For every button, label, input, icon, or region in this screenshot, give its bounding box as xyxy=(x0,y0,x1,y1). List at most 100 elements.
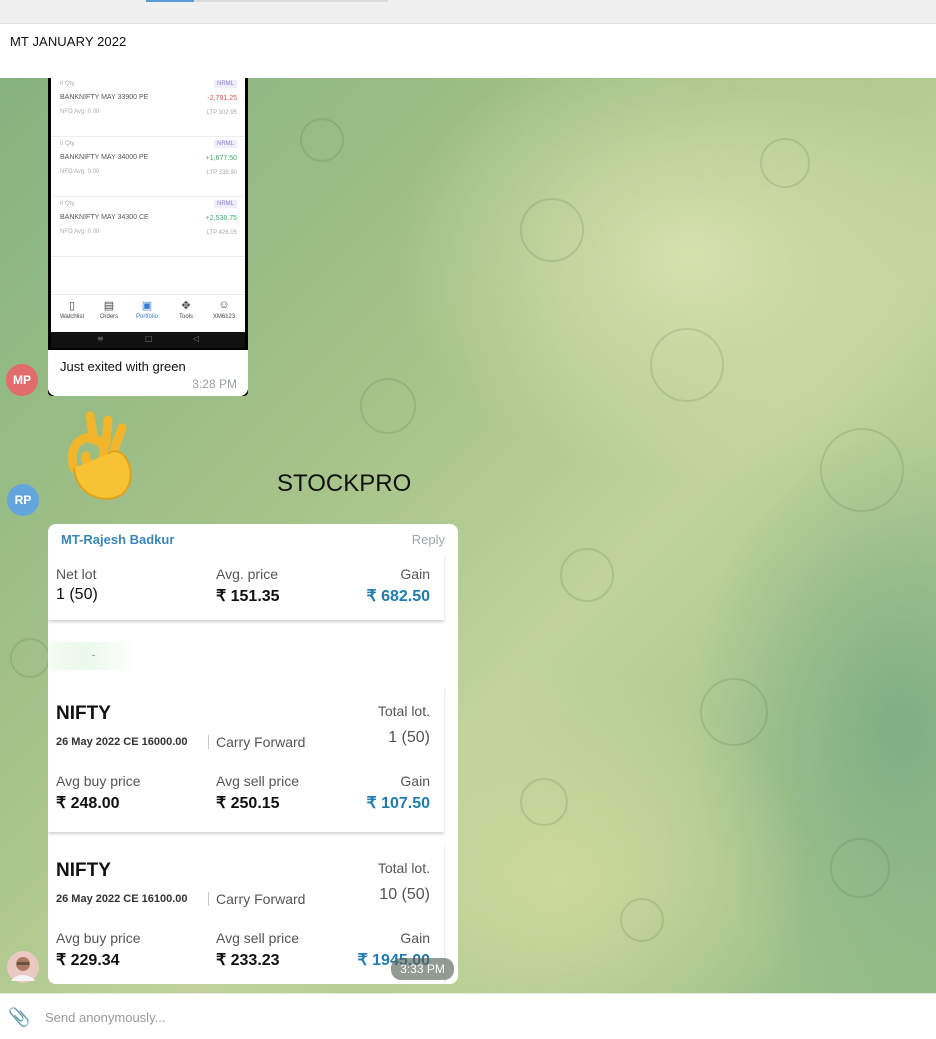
product-type: Carry Forward xyxy=(216,891,306,907)
position-qty: 0 Qty. xyxy=(60,201,76,207)
message-input[interactable]: Send anonymously... xyxy=(45,1010,165,1025)
home-icon: □ xyxy=(145,334,153,343)
chat-area: 0 Qty. NRML BANKNIFTY MAY 33900 PE -2,79… xyxy=(0,78,936,993)
summary-card: Net lot 1 (50) Avg. price ₹ 151.35 Gain … xyxy=(48,554,444,620)
reply-button[interactable]: Reply xyxy=(412,532,445,547)
overlay-watermark-text: STOCKPRO xyxy=(277,470,412,497)
back-icon: ◁ xyxy=(193,334,200,343)
chat-title: MT JANUARY 2022 xyxy=(10,34,127,49)
trade-card: NIFTY 26 May 2022 CE 16000.00 Carry Forw… xyxy=(48,687,444,832)
background-doodle xyxy=(650,328,724,402)
position-ltp: LTP 426.05 xyxy=(206,230,237,236)
app-bottom-nav: ▯ Watchlist ▤ Orders ▣ Portfolio ✥ Tools… xyxy=(51,294,245,333)
position-meta: NFO Avg. 0.00 xyxy=(60,109,100,115)
nav-label: Tools xyxy=(178,314,193,320)
background-doodle xyxy=(620,898,664,942)
avg-sell-label: Avg sell price xyxy=(216,930,300,946)
position-name: BANKNIFTY MAY 34300 CE xyxy=(60,214,149,221)
wrench-icon: ✥ xyxy=(181,300,191,312)
android-system-bar: ≡ □ ◁ xyxy=(51,332,245,348)
product-tag: NRML xyxy=(213,80,237,88)
trade-card: NIFTY 26 May 2022 CE 16100.00 Carry Forw… xyxy=(48,844,444,984)
divider xyxy=(92,655,95,656)
message-composer: 📎 Send anonymously... xyxy=(0,993,936,1039)
avatar[interactable]: MP xyxy=(6,364,38,396)
gain-value: ₹ 682.50 xyxy=(366,588,430,605)
trade-symbol: NIFTY xyxy=(56,860,111,881)
total-lot-value: 1 (50) xyxy=(388,729,430,746)
trade-contract: 26 May 2022 CE 16000.00 xyxy=(56,736,188,748)
message-time: 3:28 PM xyxy=(192,377,237,391)
background-doodle xyxy=(560,548,614,602)
avg-buy-value: ₹ 248.00 xyxy=(56,795,120,812)
message-bubble[interactable]: MT-Rajesh Badkur Reply Net lot 1 (50) Av… xyxy=(48,524,458,984)
background-doodle xyxy=(300,118,344,162)
avg-price-value: ₹ 151.35 xyxy=(216,588,280,605)
avg-buy-value: ₹ 229.34 xyxy=(56,952,120,969)
background-doodle xyxy=(360,378,416,434)
position-ltp: LTP 338.90 xyxy=(206,170,237,176)
nav-label: XM6123 xyxy=(212,314,236,320)
background-doodle xyxy=(10,638,50,678)
background-doodle xyxy=(700,678,768,746)
position-name: BANKNIFTY MAY 34000 PE xyxy=(60,154,149,161)
background-doodle xyxy=(520,198,584,262)
nav-label: Orders xyxy=(99,314,119,320)
net-lot-value: 1 (50) xyxy=(56,586,98,603)
position-row: 0 Qty. NRML BANKNIFTY MAY 34000 PE +1,67… xyxy=(51,136,245,197)
position-name: BANKNIFTY MAY 33900 PE xyxy=(60,94,149,101)
background-doodle xyxy=(830,838,890,898)
position-meta: NFO Avg. 0.00 xyxy=(60,169,100,175)
position-pnl: -2,791.25 xyxy=(207,95,237,102)
ok-hand-icon[interactable] xyxy=(64,410,140,508)
menu-icon: ≡ xyxy=(97,334,104,343)
gain-value: ₹ 107.50 xyxy=(366,795,430,812)
position-meta: NFO Avg. 0.00 xyxy=(60,229,100,235)
position-qty: 0 Qty. xyxy=(60,141,76,147)
sender-name[interactable]: MT-Rajesh Badkur xyxy=(61,532,174,547)
trade-symbol: NIFTY xyxy=(56,703,111,724)
message-bubble[interactable]: Just exited with green 3:28 PM xyxy=(48,350,248,396)
position-qty: 0 Qty. xyxy=(60,81,76,87)
nav-watchlist: ▯ Watchlist xyxy=(53,299,91,320)
gain-label: Gain xyxy=(400,566,430,582)
message-text: Just exited with green xyxy=(60,359,186,374)
active-tab-indicator[interactable] xyxy=(146,0,194,2)
avatar[interactable]: RP xyxy=(7,484,39,516)
screenshot-image[interactable]: 0 Qty. NRML BANKNIFTY MAY 33900 PE -2,79… xyxy=(48,78,248,396)
position-pnl: +1,677.50 xyxy=(205,155,237,162)
trade-contract: 26 May 2022 CE 16100.00 xyxy=(56,893,188,905)
background-doodle xyxy=(520,778,568,826)
user-icon: ☺ xyxy=(218,299,230,311)
nav-orders: ▤ Orders xyxy=(90,299,128,320)
orders-icon: ▤ xyxy=(103,300,115,312)
total-lot-value: 10 (50) xyxy=(379,886,430,903)
nav-portfolio: ▣ Portfolio xyxy=(128,299,166,320)
paperclip-icon[interactable]: 📎 xyxy=(8,1007,30,1028)
message-time: 3:33 PM xyxy=(391,958,454,980)
position-pnl: +2,538.75 xyxy=(205,215,237,222)
broker-positions-screen: 0 Qty. NRML BANKNIFTY MAY 33900 PE -2,79… xyxy=(51,78,245,333)
avg-sell-value: ₹ 250.15 xyxy=(216,795,280,812)
avg-buy-label: Avg buy price xyxy=(56,773,141,789)
avatar[interactable] xyxy=(7,951,39,983)
nav-label: Watchlist xyxy=(59,314,85,320)
background-doodle xyxy=(760,138,810,188)
net-lot-label: Net lot xyxy=(56,566,97,582)
top-tab-strip xyxy=(0,0,936,24)
total-lot-label: Total lot. xyxy=(377,860,430,876)
gain-label: Gain xyxy=(400,773,430,789)
bookmark-icon: ▯ xyxy=(68,300,76,312)
total-lot-label: Total lot. xyxy=(377,703,430,719)
divider xyxy=(208,892,209,906)
avg-sell-label: Avg sell price xyxy=(216,773,300,789)
nav-tools: ✥ Tools xyxy=(167,299,205,320)
redacted-strip xyxy=(48,642,136,670)
background-doodle xyxy=(820,428,904,512)
product-tag: NRML xyxy=(213,140,237,148)
product-tag: NRML xyxy=(213,200,237,208)
chat-header[interactable]: MT JANUARY 2022 xyxy=(0,24,936,78)
divider xyxy=(208,735,209,749)
nav-profile: ☺ XM6123 xyxy=(205,299,243,320)
tab-indicator[interactable] xyxy=(194,0,388,2)
